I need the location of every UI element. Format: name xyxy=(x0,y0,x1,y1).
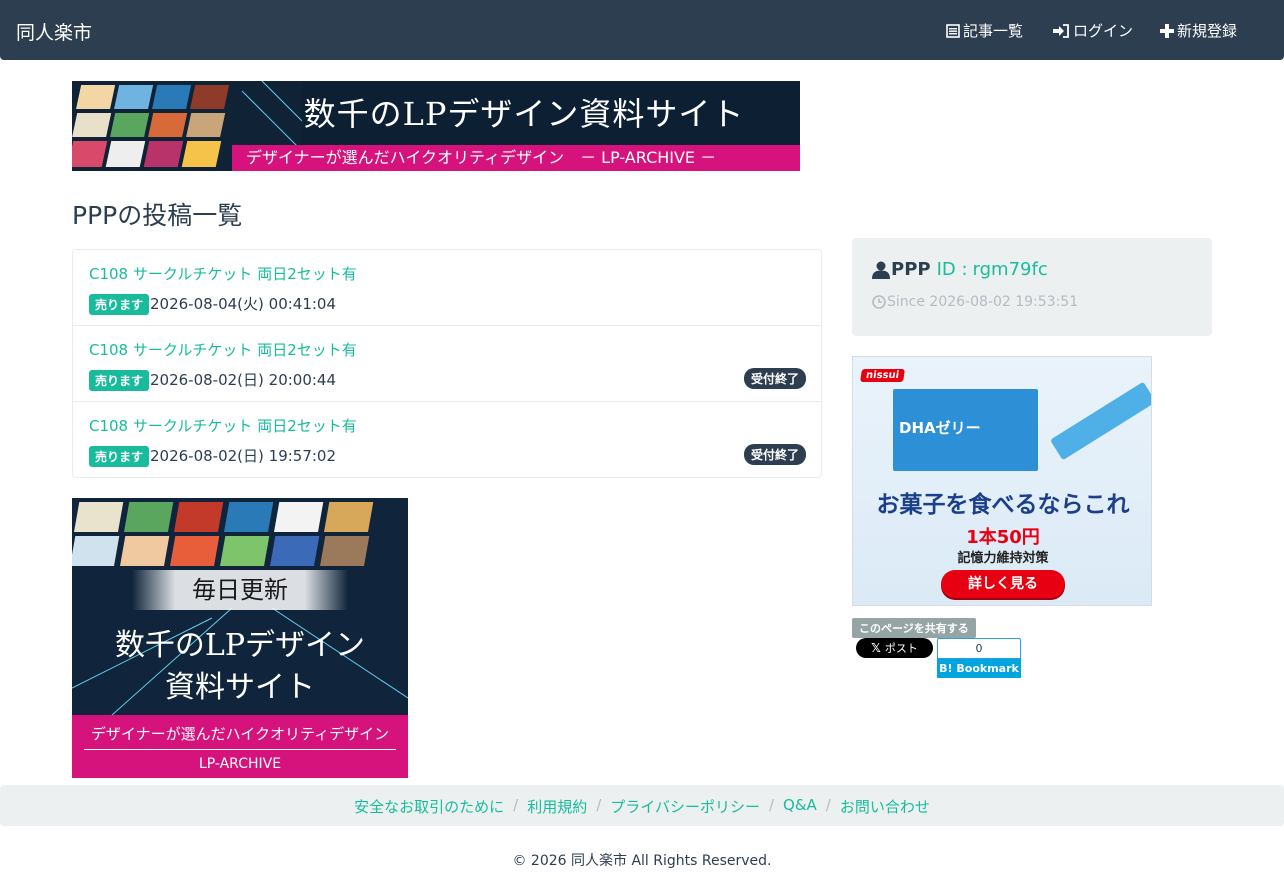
banner-daily-label: 毎日更新 xyxy=(132,570,348,610)
nav-login[interactable]: ログイン xyxy=(1053,20,1133,41)
brand-link[interactable]: 同人楽市 xyxy=(16,18,92,45)
footer-link-privacy[interactable]: プライバシーポリシー xyxy=(610,796,760,817)
bookmark-label: Bookmark xyxy=(956,662,1019,675)
footer-link-safety[interactable]: 安全なお取引のために xyxy=(354,796,504,817)
banner-square-footer: デザイナーが選んだハイクオリティデザイン LP-ARCHIVE xyxy=(72,715,408,778)
list-item: C108 サークルチケット 両日2セット有 売ります 2026-08-04(火)… xyxy=(73,250,821,326)
banner-top-tagline: デザイナーが選んだハイクオリティデザイン － LP-ARCHIVE － xyxy=(232,145,800,171)
nav-login-label: ログイン xyxy=(1073,22,1134,40)
ad-cta-button[interactable]: 詳しく見る xyxy=(941,570,1065,598)
user-icon xyxy=(872,261,890,279)
nav-articles[interactable]: 記事一覧 xyxy=(946,20,1023,41)
sell-badge: 売ります xyxy=(89,446,150,467)
profile-panel: PPP ID : rgm79fc Since 2026-08-02 19:53:… xyxy=(852,238,1212,336)
status-badge: 受付終了 xyxy=(743,368,806,389)
footer-link-terms[interactable]: 利用規約 xyxy=(527,796,587,817)
banner-square-tagline: デザイナーが選んだハイクオリティデザイン xyxy=(90,725,390,743)
profile-name-row: PPP ID : rgm79fc xyxy=(872,259,1048,280)
banner-top-headline: 数千のLPデザイン資料サイト xyxy=(303,95,745,133)
footer-link-contact[interactable]: お問い合わせ xyxy=(840,796,930,817)
nav-register[interactable]: 新規登録 xyxy=(1160,20,1237,41)
log-in-icon xyxy=(1053,23,1069,38)
hatena-bookmark-button[interactable]: B! Bookmark xyxy=(937,659,1021,678)
ad-brand-logo: nissui xyxy=(860,369,905,382)
sell-badge: 売ります xyxy=(89,370,150,391)
post-title-link[interactable]: C108 サークルチケット 両日2セット有 xyxy=(89,263,357,284)
x-post-label: ポスト xyxy=(884,642,918,655)
nav-articles-label: 記事一覧 xyxy=(963,22,1024,40)
status-badge: 受付終了 xyxy=(743,444,806,465)
x-post-button[interactable]: 𝕏 ポスト xyxy=(856,638,933,658)
footer-separator: / xyxy=(513,796,519,814)
footer-link-qa[interactable]: Q&A xyxy=(783,796,817,817)
ad-product-box-image: DHAゼリー xyxy=(893,389,1038,471)
bookmark-count: 0 xyxy=(937,638,1021,659)
plus-icon xyxy=(1160,23,1174,38)
ad-headline: お菓子を食べるならこれ xyxy=(876,492,1130,518)
nav-register-label: 新規登録 xyxy=(1177,22,1238,40)
lp-archive-banner-square[interactable]: 毎日更新 数千のLPデザイン 資料サイト デザイナーが選んだハイクオリティデザイ… xyxy=(72,498,408,778)
list-item: C108 サークルチケット 両日2セット有 売ります 2026-08-02(日)… xyxy=(73,326,821,402)
footer-links: 安全なお取引のために / 利用規約 / プライバシーポリシー / Q&A / お… xyxy=(0,796,1284,817)
post-date: 2026-08-02(日) 20:00:44 xyxy=(150,371,337,389)
page-title: PPPの投稿一覧 xyxy=(72,201,243,230)
x-logo-icon: 𝕏 xyxy=(871,641,881,655)
post-date: 2026-08-02(日) 19:57:02 xyxy=(150,447,337,465)
profile-username: PPP xyxy=(891,259,931,280)
profile-since: Since 2026-08-02 19:53:51 xyxy=(872,294,1078,310)
banner-square-line1: 数千のLPデザイン xyxy=(114,628,366,663)
footer-separator: / xyxy=(768,796,775,814)
ad-product-name: DHAゼリー xyxy=(899,419,981,437)
banner-square-line2: 資料サイト xyxy=(165,670,315,705)
sell-badge: 売ります xyxy=(89,294,150,315)
list-alt-icon xyxy=(946,23,960,38)
ad-product-stick-image xyxy=(1049,381,1151,461)
post-title-link[interactable]: C108 サークルチケット 両日2セット有 xyxy=(89,339,357,360)
ad-price: 1本50円 xyxy=(966,527,1040,548)
banner-divider xyxy=(84,749,396,750)
footer-separator: / xyxy=(825,796,831,814)
post-title-link[interactable]: C108 サークルチケット 両日2セット有 xyxy=(89,415,357,436)
clock-icon xyxy=(872,295,886,309)
footer-separator: / xyxy=(596,796,602,814)
ad-subcopy: 記憶力維持対策 xyxy=(957,551,1049,566)
profile-since-text: Since 2026-08-02 19:53:51 xyxy=(887,294,1079,310)
post-date: 2026-08-04(火) 00:41:04 xyxy=(150,295,337,313)
banner-square-brand: LP-ARCHIVE xyxy=(198,756,282,772)
lp-archive-banner-top[interactable]: 数千のLPデザイン資料サイト デザイナーが選んだハイクオリティデザイン － LP… xyxy=(72,81,800,171)
list-item: C108 サークルチケット 両日2セット有 売ります 2026-08-02(日)… xyxy=(73,402,821,477)
post-list: C108 サークルチケット 両日2セット有 売ります 2026-08-04(火)… xyxy=(72,249,822,478)
hatena-b-icon: B! xyxy=(939,662,953,675)
copyright: © 2026 同人楽市 All Rights Reserved. xyxy=(512,853,772,869)
navbar: 同人楽市 記事一覧 ログイン 新規登録 xyxy=(0,0,1284,60)
share-label: このページを共有する xyxy=(852,618,976,638)
profile-id-label: ID : xyxy=(936,259,968,280)
advertisement[interactable]: nissui DHAゼリー お菓子を食べるならこれ 1本50円 記憶力維持対策 … xyxy=(852,356,1152,606)
profile-id: rgm79fc xyxy=(972,259,1048,280)
footer-nav: 安全なお取引のために / 利用規約 / プライバシーポリシー / Q&A / お… xyxy=(0,785,1284,826)
